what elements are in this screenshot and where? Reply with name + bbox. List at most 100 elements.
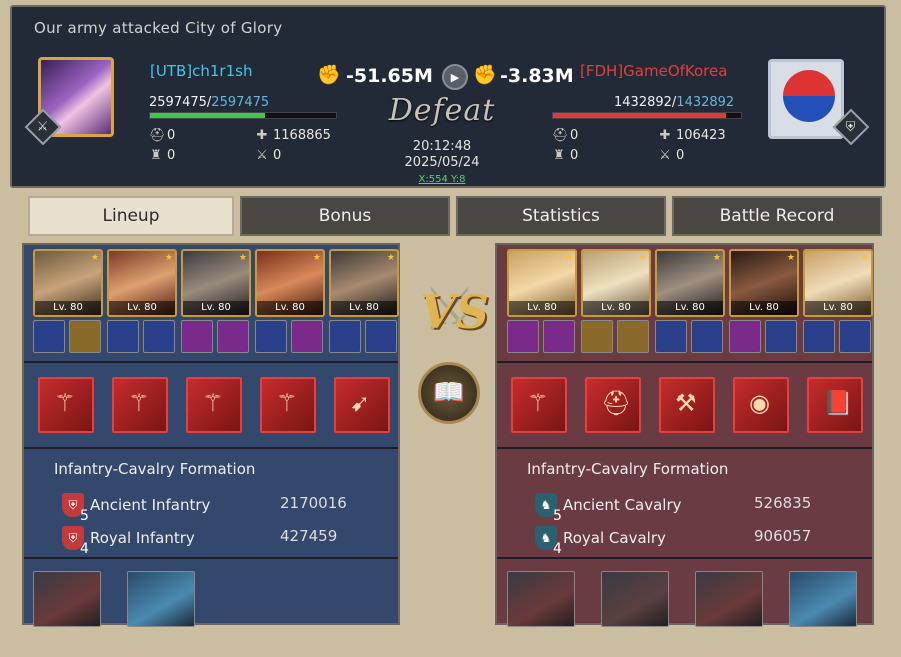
attacker-troop-row: ⛨ 4 Royal Infantry [62,526,195,557]
infantry-shield-icon: ⛨ 4 [62,526,89,557]
spear-icon[interactable]: ⚚ [186,377,242,433]
defender-heal-stat: ✚ 106423 [659,128,726,143]
sub-hero-icon[interactable] [729,320,761,353]
sub-hero-icon[interactable] [691,320,723,353]
sub-hero-icon[interactable] [33,320,65,353]
book-icon[interactable]: 📕 [807,377,863,433]
sub-hero-icon[interactable] [803,320,835,353]
sub-hero-icon[interactable] [329,320,361,353]
attacker-heal-stat: ✚ 1168865 [256,128,331,143]
troop-name: Royal Infantry [90,529,195,547]
battle-title: Our army attacked City of Glory [34,19,283,37]
dragon-portrait[interactable] [127,571,195,627]
spear-icon[interactable]: ⚚ [260,377,316,433]
tab-battle-record[interactable]: Battle Record [672,196,882,236]
cavalry-horse-icon: ♞ 5 [535,493,562,524]
sub-hero-icon[interactable] [581,320,613,353]
divider [24,361,398,363]
hero-portrait[interactable]: ★ Lv. 80 [255,249,325,317]
book-icon[interactable]: 📖 [418,362,480,424]
divider [24,557,398,559]
hero-portrait[interactable]: ★ Lv. 80 [181,249,251,317]
troop-name: Royal Cavalry [563,529,666,547]
spear-icon[interactable]: ⚚ [511,377,567,433]
sub-hero-icon[interactable] [255,320,287,353]
defender-helmet-stat: ⛑ 0 [552,128,579,143]
attacker-tower-stat: ♜ 0 [150,148,176,163]
defender-swords-stat: ⚔ 0 [659,148,685,163]
sub-hero-icon[interactable] [217,320,249,353]
hero-portrait[interactable]: ★ Lv. 80 [107,249,177,317]
sub-hero-icon[interactable] [69,320,101,353]
spear-icon[interactable]: ⚚ [112,377,168,433]
hero-portrait[interactable]: ★ Lv. 80 [581,249,651,317]
attacker-hp-bar [149,112,337,119]
battle-coordinates[interactable]: X:554 Y:8 [419,174,466,185]
battle-time: 20:12:48 [412,139,472,154]
hero-level: Lv. 80 [183,301,249,315]
defender-troop-row: ♞ 5 Ancient Cavalry [535,493,682,524]
hero-portrait[interactable]: ★ Lv. 80 [329,249,399,317]
axe-icon[interactable]: ⚒ [659,377,715,433]
tab-bonus[interactable]: Bonus [240,196,450,236]
bow-icon[interactable]: ➹ [334,377,390,433]
sub-hero-icon[interactable] [765,320,797,353]
crossed-swords-icon: ⚔ [256,148,268,163]
divider [24,447,398,449]
defender-hp-bar [552,112,742,119]
dragon-portrait[interactable] [507,571,575,627]
attacker-hp-current: 2597475 [149,95,207,110]
attacker-lineup-panel: ★ Lv. 80 ★ Lv. 80 ★ Lv. 80 ★ Lv. 80 ★ Lv. 80 … [22,243,400,627]
tab-statistics[interactable]: Statistics [456,196,666,236]
attacker-hp: 2597475/2597475 [149,95,270,110]
crossed-swords-icon: ⚔ [659,148,671,163]
hero-portrait[interactable]: ★ Lv. 80 [729,249,799,317]
hero-portrait[interactable]: ★ Lv. 80 [507,249,577,317]
troop-name: Ancient Infantry [90,496,211,514]
troop-count: 906057 [754,527,812,545]
defender-name[interactable]: [FDH]GameOfKorea [580,62,727,80]
battle-result: Defeat [388,93,496,128]
sub-hero-icon[interactable] [655,320,687,353]
troop-count: 2170016 [280,494,347,512]
hero-portrait[interactable]: ★ Lv. 80 [655,249,725,317]
troop-name: Ancient Cavalry [563,496,682,514]
heal-cross-icon: ✚ [659,128,671,143]
dragon-portrait[interactable] [789,571,857,627]
korea-flag-icon [783,70,835,122]
dragon-portrait[interactable] [695,571,763,627]
tab-bar: Lineup Bonus Statistics Battle Record [0,196,901,236]
sub-hero-icon[interactable] [143,320,175,353]
hero-portrait[interactable]: ★ Lv. 80 [33,249,103,317]
sub-hero-icon[interactable] [839,320,871,353]
ring-icon[interactable]: ◉ [733,377,789,433]
sub-hero-icon[interactable] [617,320,649,353]
tower-icon: ♜ [150,148,162,163]
defender-troop-row: ♞ 4 Royal Cavalry [535,526,666,557]
attacker-swords-stat: ⚔ 0 [256,148,282,163]
attacker-name[interactable]: [UTB]ch1r1sh [150,62,252,80]
sub-hero-icon[interactable] [291,320,323,353]
defender-hp-max: 1432892 [676,95,735,110]
dragon-portrait[interactable] [33,571,101,627]
tab-lineup[interactable]: Lineup [28,196,234,236]
sub-hero-icon[interactable] [181,320,213,353]
replay-button[interactable]: ▶ [442,64,468,90]
helm-icon[interactable]: ⛑ [585,377,641,433]
heal-cross-icon: ✚ [256,128,268,143]
hero-level: Lv. 80 [257,301,323,315]
troop-count: 526835 [754,494,812,512]
sub-hero-icon[interactable] [365,320,397,353]
infantry-shield-icon: ⛨ 5 [62,493,89,524]
sub-hero-icon[interactable] [507,320,539,353]
sub-hero-icon[interactable] [543,320,575,353]
attacker-power-change: -51.65M [346,65,433,87]
hero-portrait[interactable]: ★ Lv. 80 [803,249,873,317]
hero-level: Lv. 80 [805,301,871,315]
spear-icon[interactable]: ⚚ [38,377,94,433]
sub-hero-icon[interactable] [107,320,139,353]
hero-level: Lv. 80 [583,301,649,315]
dragon-portrait[interactable] [601,571,669,627]
divider [497,557,872,559]
divider [497,447,872,449]
